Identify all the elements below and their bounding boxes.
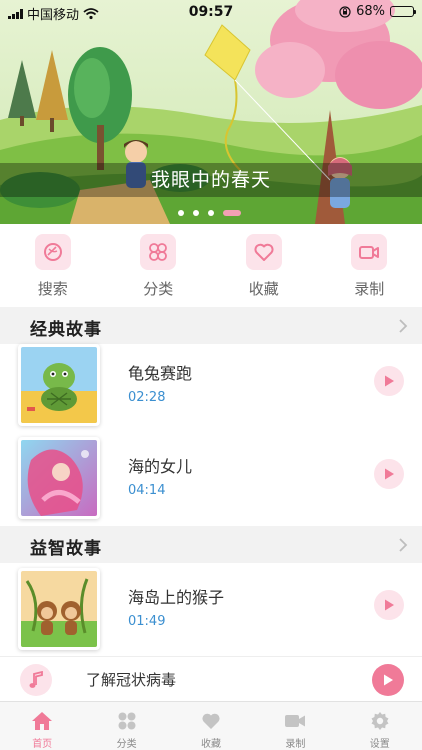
list-item[interactable]: 龟兔赛跑 02:28 xyxy=(0,344,422,436)
banner-page-indicator xyxy=(178,210,241,216)
quick-nav: 搜索 分类 收藏 录制 xyxy=(0,224,422,306)
play-icon xyxy=(385,468,394,480)
banner-carousel[interactable]: 我眼中的春天 xyxy=(0,0,422,224)
section-title: 经典故事 xyxy=(30,320,102,340)
category-icon xyxy=(117,711,137,731)
section-header-classic[interactable]: 经典故事 xyxy=(0,307,422,344)
story-thumbnail xyxy=(18,568,100,650)
tab-record[interactable]: 录制 xyxy=(253,702,337,750)
battery-percent: 68% xyxy=(356,4,385,19)
quick-nav-label: 收藏 xyxy=(248,280,279,298)
story-duration: 02:28 xyxy=(128,390,166,405)
story-thumbnail xyxy=(18,344,100,426)
banner-dot[interactable] xyxy=(193,210,199,216)
quick-nav-favorites[interactable]: 收藏 xyxy=(211,224,317,306)
category-icon xyxy=(140,234,177,270)
home-icon xyxy=(31,711,53,731)
tab-label: 录制 xyxy=(285,739,306,750)
banner-dot-active[interactable] xyxy=(223,210,241,216)
heart-icon xyxy=(245,234,282,270)
tab-bar: 首页 分类 收藏 录制 设置 xyxy=(0,701,422,750)
chevron-right-icon xyxy=(399,538,408,552)
orientation-lock-icon xyxy=(339,5,351,18)
section-title: 益智故事 xyxy=(30,539,102,559)
play-icon xyxy=(384,674,393,686)
quick-nav-label: 分类 xyxy=(143,280,174,298)
quick-nav-category[interactable]: 分类 xyxy=(106,224,212,306)
play-button[interactable] xyxy=(374,459,404,489)
list-item[interactable]: 海岛上的猴子 01:49 xyxy=(0,568,422,660)
tab-category[interactable]: 分类 xyxy=(84,702,168,750)
play-button[interactable] xyxy=(374,590,404,620)
quick-nav-label: 搜索 xyxy=(37,280,68,298)
story-duration: 04:14 xyxy=(128,483,166,498)
banner-dot[interactable] xyxy=(178,210,184,216)
status-right: 68% xyxy=(339,4,416,19)
status-bar: 中国移动 09:57 68% xyxy=(0,0,422,24)
story-thumbnail xyxy=(18,437,100,519)
play-button[interactable] xyxy=(374,366,404,396)
video-camera-icon xyxy=(284,711,306,731)
gear-icon xyxy=(370,711,390,731)
quick-nav-record[interactable]: 录制 xyxy=(317,224,422,306)
list-item[interactable]: 海的女儿 04:14 xyxy=(0,437,422,529)
tab-favorites[interactable]: 收藏 xyxy=(169,702,253,750)
story-title: 海岛上的猴子 xyxy=(128,588,225,607)
tab-label: 分类 xyxy=(116,739,137,750)
quick-nav-label: 录制 xyxy=(354,280,385,298)
tab-home[interactable]: 首页 xyxy=(0,702,84,750)
heart-icon xyxy=(201,711,221,731)
story-duration: 01:49 xyxy=(128,614,166,629)
tab-label: 设置 xyxy=(369,739,390,750)
story-title: 海的女儿 xyxy=(128,457,193,476)
play-icon xyxy=(385,375,394,387)
music-note-icon xyxy=(20,664,52,696)
mini-player[interactable]: 了解冠状病毒 xyxy=(0,656,422,701)
banner-caption: 我眼中的春天 xyxy=(0,163,422,197)
chevron-right-icon xyxy=(399,319,408,333)
video-camera-icon xyxy=(351,234,388,270)
app-screen: 我眼中的春天 中国移动 09:57 68% 搜索 分类 收藏 录制 经典故事 龟… xyxy=(0,0,422,750)
tab-label: 收藏 xyxy=(200,739,221,750)
tab-settings[interactable]: 设置 xyxy=(338,702,422,750)
player-play-button[interactable] xyxy=(372,664,404,696)
story-title: 龟兔赛跑 xyxy=(128,364,193,383)
tab-label: 首页 xyxy=(32,739,53,750)
section-header-puzzle[interactable]: 益智故事 xyxy=(0,526,422,563)
search-icon xyxy=(34,234,71,270)
banner-dot[interactable] xyxy=(208,210,214,216)
play-icon xyxy=(385,599,394,611)
player-track-title: 了解冠状病毒 xyxy=(86,671,177,689)
battery-icon xyxy=(390,6,416,17)
quick-nav-search[interactable]: 搜索 xyxy=(0,224,106,306)
